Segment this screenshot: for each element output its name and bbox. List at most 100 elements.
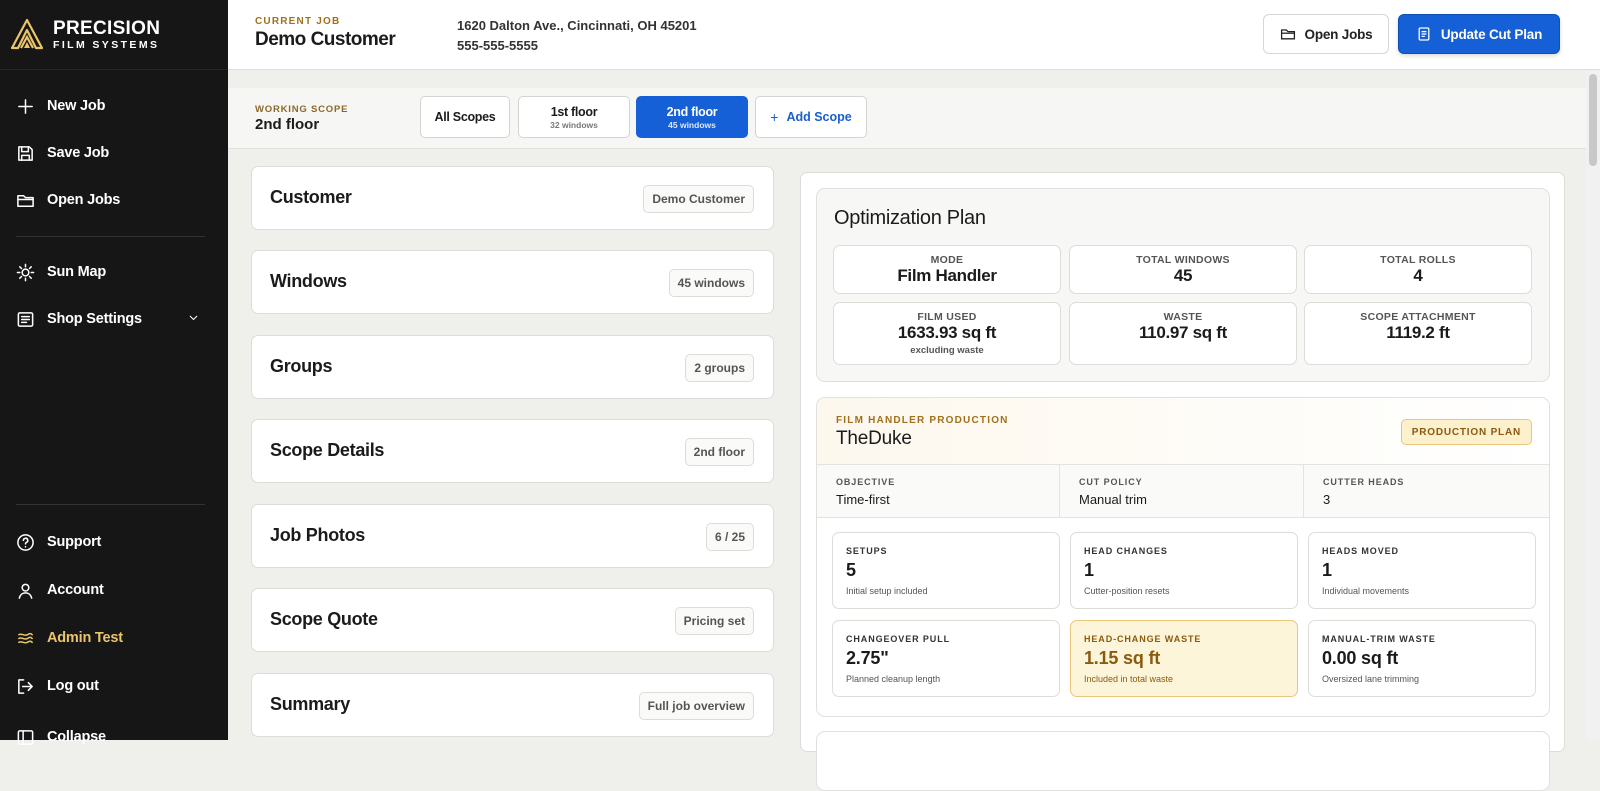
page-scrollbar[interactable]	[1586, 70, 1600, 740]
section-badge: 2nd floor	[684, 438, 754, 466]
chevron-down-icon	[187, 311, 200, 328]
scope-chip-1st-floor[interactable]: 1st floor 32 windows	[518, 96, 630, 138]
production-plan: FILM HANDLER PRODUCTION TheDuke PRODUCTI…	[816, 397, 1550, 717]
sidebar-item-save-job[interactable]: Save Job	[0, 133, 228, 173]
metric-head-change-waste: HEAD-CHANGE WASTE 1.15 sq ft Included in…	[1070, 620, 1298, 697]
meta-value: Time-first	[836, 492, 890, 507]
section-title: Groups	[270, 356, 333, 376]
metric-heads-moved: HEADS MOVED 1 Individual movements	[1308, 532, 1536, 609]
scope-chip-count: 32 windows	[550, 119, 598, 130]
sidebar-item-admin-test[interactable]: Admin Test	[0, 618, 228, 658]
sidebar-item-support[interactable]: Support	[0, 522, 228, 562]
section-title: Customer	[270, 187, 352, 207]
stat-value: 45	[1173, 266, 1193, 285]
update-cut-plan-button[interactable]: Update Cut Plan	[1398, 14, 1560, 54]
metric-value: 5	[846, 560, 856, 580]
scope-chip-2nd-floor[interactable]: 2nd floor 45 windows	[636, 96, 748, 138]
metric-label: HEADS MOVED	[1322, 546, 1399, 556]
metric-label: HEAD CHANGES	[1084, 546, 1168, 556]
logout-icon	[15, 676, 35, 696]
scope-chip-label: All Scopes	[434, 110, 496, 124]
sidebar-item-label: Open Jobs	[47, 192, 121, 208]
stat-note: excluding waste	[910, 345, 984, 356]
section-windows[interactable]: Windows 45 windows	[251, 250, 774, 314]
section-scope-details[interactable]: Scope Details 2nd floor	[251, 419, 774, 483]
job-address: 1620 Dalton Ave., Cincinnati, OH 45201	[457, 18, 697, 33]
scrollbar-thumb[interactable]	[1589, 74, 1597, 166]
metric-label: SETUPS	[846, 546, 888, 556]
metric-changeover-pull: CHANGEOVER PULL 2.75" Planned cleanup le…	[832, 620, 1060, 697]
add-scope-button[interactable]: + Add Scope	[755, 96, 867, 138]
section-badge: Demo Customer	[643, 185, 754, 213]
section-badge: 6 / 25	[705, 523, 754, 551]
stat-value: Film Handler	[897, 266, 997, 285]
cut-plan-panel: Optimization Plan MODE Film Handler TOTA…	[800, 172, 1565, 791]
stat-label: TOTAL WINDOWS	[1136, 254, 1230, 266]
section-badge: Full job overview	[638, 692, 754, 720]
stat-label: WASTE	[1163, 311, 1203, 323]
folder-icon	[15, 190, 35, 210]
update-cut-plan-label: Update Cut Plan	[1440, 26, 1543, 42]
brand-name: PRECISION	[53, 17, 161, 39]
sidebar-item-label: Account	[47, 582, 104, 598]
sun-icon	[15, 262, 35, 282]
production-plan-badge: PRODUCTION PLAN	[1400, 419, 1532, 445]
section-groups[interactable]: Groups 2 groups	[251, 335, 774, 399]
section-badge: Pricing set	[674, 607, 754, 635]
section-title: Scope Details	[270, 440, 385, 460]
sidebar-item-shop-settings[interactable]: Shop Settings	[0, 299, 228, 339]
sidebar-item-account[interactable]: Account	[0, 570, 228, 610]
optimization-plan: Optimization Plan MODE Film Handler TOTA…	[816, 188, 1550, 382]
optimization-title: Optimization Plan	[834, 207, 986, 229]
stat-label: MODE	[930, 254, 964, 266]
working-scope-name: 2nd floor	[255, 116, 320, 133]
sidebar-item-new-job[interactable]: New Job	[0, 86, 228, 126]
collapse-icon	[15, 727, 35, 747]
logo[interactable]: PRECISION FILM SYSTEMS	[0, 0, 228, 70]
section-job-photos[interactable]: Job Photos 6 / 25	[251, 504, 774, 568]
stat-total-windows: TOTAL WINDOWS 45	[1069, 245, 1297, 294]
scope-chip-label: 2nd floor	[666, 104, 718, 119]
stat-value: 1119.2 ft	[1386, 323, 1450, 342]
stat-film-used: FILM USED 1633.93 sq ft excluding waste	[833, 302, 1061, 365]
job-phone: 555-555-5555	[457, 38, 538, 53]
production-meta: OBJECTIVE Time-first CUT POLICY Manual t…	[817, 465, 1549, 518]
metric-value: 0.00 sq ft	[1322, 648, 1399, 668]
sidebar-item-label: Collapse	[47, 729, 106, 745]
scope-chip-all[interactable]: All Scopes	[420, 96, 510, 138]
job-contact: 1620 Dalton Ave., Cincinnati, OH 45201 5…	[457, 16, 697, 56]
sidebar: PRECISION FILM SYSTEMS New Job Save Job …	[0, 0, 228, 745]
sidebar-item-label: Log out	[47, 678, 99, 694]
section-summary[interactable]: Summary Full job overview	[251, 673, 774, 737]
sidebar-item-label: Support	[47, 534, 102, 550]
stat-label: FILM USED	[917, 311, 977, 323]
sidebar-item-sun-map[interactable]: Sun Map	[0, 252, 228, 292]
logo-icon	[10, 18, 44, 49]
production-header: FILM HANDLER PRODUCTION TheDuke PRODUCTI…	[817, 398, 1549, 465]
sidebar-item-open-jobs[interactable]: Open Jobs	[0, 180, 228, 220]
sidebar-item-log-out[interactable]: Log out	[0, 666, 228, 706]
sidebar-item-label: Sun Map	[47, 264, 107, 280]
job-header: CURRENT JOB Demo Customer 1620 Dalton Av…	[228, 0, 1600, 70]
scope-chip-label: 1st floor	[550, 104, 598, 119]
scope-chip-count: 45 windows	[668, 119, 716, 130]
sidebar-item-collapse[interactable]: Collapse	[0, 717, 228, 757]
metric-value: 1.15 sq ft	[1084, 648, 1161, 668]
metric-head-changes: HEAD CHANGES 1 Cutter-position resets	[1070, 532, 1298, 609]
section-scope-quote[interactable]: Scope Quote Pricing set	[251, 588, 774, 652]
production-label: FILM HANDLER PRODUCTION	[836, 415, 1009, 426]
working-scope-label: WORKING SCOPE	[255, 104, 349, 115]
folder-icon	[1280, 29, 1295, 40]
section-badge: 45 windows	[668, 269, 754, 297]
help-circle-icon	[15, 532, 35, 552]
open-jobs-button[interactable]: Open Jobs	[1263, 14, 1389, 54]
section-title: Scope Quote	[270, 609, 378, 629]
sidebar-item-label: Admin Test	[47, 630, 123, 646]
section-title: Windows	[270, 271, 347, 291]
section-customer[interactable]: Customer Demo Customer	[251, 166, 774, 230]
metric-setups: SETUPS 5 Initial setup included	[832, 532, 1060, 609]
metric-value: 1	[1084, 560, 1094, 580]
metric-note: Oversized lane trimming	[1322, 674, 1420, 684]
meta-value: 3	[1323, 492, 1331, 507]
customer-name: Demo Customer	[255, 29, 396, 50]
